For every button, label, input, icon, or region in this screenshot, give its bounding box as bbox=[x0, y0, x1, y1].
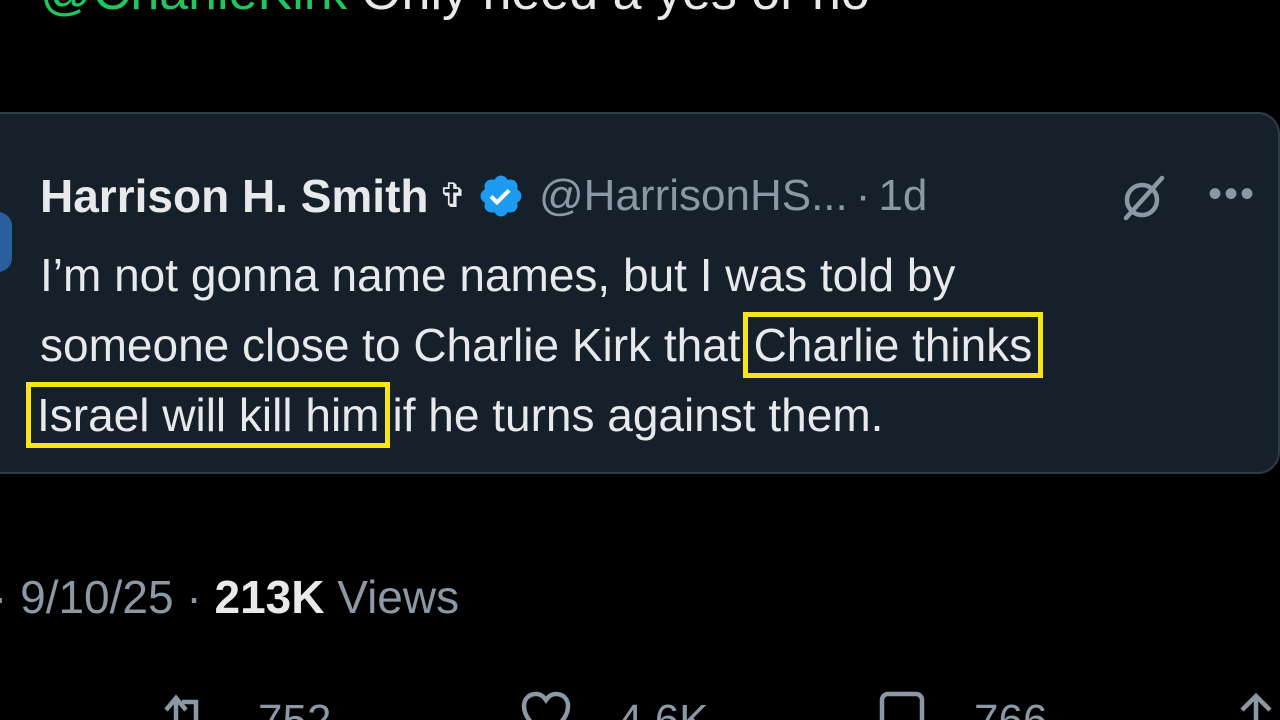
repost-count: 752 bbox=[258, 696, 331, 720]
quote-line-3-text: if he turns against them. bbox=[392, 389, 884, 441]
post-date[interactable]: 9/10/25 bbox=[20, 571, 173, 623]
share-icon bbox=[1240, 692, 1272, 720]
bookmark-icon bbox=[879, 691, 925, 720]
avatar[interactable] bbox=[0, 212, 12, 272]
meta-dot: · bbox=[0, 571, 7, 623]
repost-icon bbox=[164, 694, 199, 720]
quote-text: I’m not gonna name names, but I was told… bbox=[26, 240, 1260, 450]
quote-line-2-text: someone close to Charlie Kirk that bbox=[40, 319, 741, 371]
repost-button[interactable]: 752 bbox=[160, 690, 331, 720]
quote-line-1: I’m not gonna name names, but I was told… bbox=[40, 240, 1260, 310]
bookmark-count: 766 bbox=[974, 696, 1047, 720]
cross-icon: ✞ bbox=[438, 177, 468, 215]
meta-dot: · bbox=[186, 571, 202, 623]
grok-icon[interactable] bbox=[1118, 172, 1170, 224]
quote-line-1-text: I’m not gonna name names, but I was told… bbox=[40, 249, 956, 301]
views-count: 213K bbox=[214, 571, 325, 623]
outer-tweet-body: Only need a yes or no bbox=[361, 0, 870, 21]
quote-header: Harrison H. Smith ✞ @HarrisonHS... · 1d bbox=[40, 166, 927, 226]
like-count: 4.6K bbox=[618, 696, 709, 720]
heart-icon bbox=[521, 691, 571, 720]
tweet-meta: · 9/10/25 · 213K Views bbox=[0, 570, 459, 624]
highlight-box-2: Israel will kill him bbox=[26, 382, 391, 448]
handle[interactable]: @HarrisonHS... bbox=[539, 171, 848, 221]
action-bar: 752 4.6K 766 bbox=[0, 690, 1280, 720]
verified-badge-icon bbox=[480, 175, 522, 217]
separator-dot: · bbox=[855, 171, 871, 220]
quote-line-2: someone close to Charlie Kirk that Charli… bbox=[40, 310, 1260, 380]
bookmark-button[interactable]: 766 bbox=[876, 690, 1047, 720]
outer-tweet-text: @CharlieKirk Only need a yes or no bbox=[40, 0, 870, 22]
share-button[interactable] bbox=[1230, 690, 1280, 720]
quote-line-3: Israel will kill him if he turns against … bbox=[26, 380, 1260, 450]
screenshot: @CharlieKirk Only need a yes or no Harris… bbox=[0, 0, 1280, 720]
like-button[interactable]: 4.6K bbox=[520, 690, 709, 720]
more-options-icon[interactable]: ••• bbox=[1208, 174, 1256, 214]
timestamp[interactable]: 1d bbox=[878, 171, 927, 221]
display-name[interactable]: Harrison H. Smith bbox=[40, 169, 429, 223]
mention-link[interactable]: @CharlieKirk bbox=[40, 0, 347, 21]
views-label: Views bbox=[337, 571, 460, 623]
highlight-box-1: Charlie thinks bbox=[742, 312, 1044, 378]
